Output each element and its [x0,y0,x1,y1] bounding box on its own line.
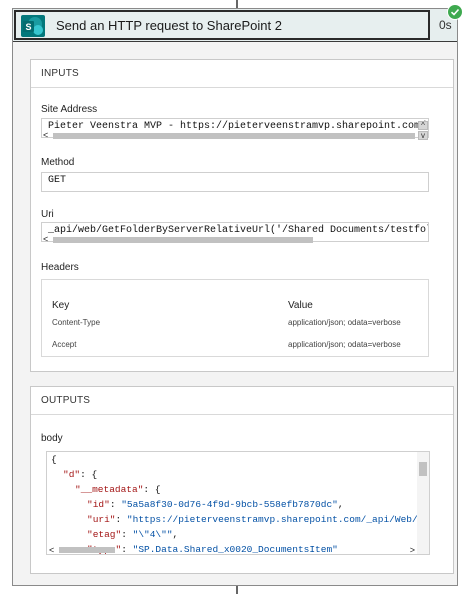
code-hscroll-thumb[interactable] [59,547,115,553]
body-label: body [41,433,63,444]
check-icon [447,4,463,20]
scrollbar-thumb[interactable] [53,133,415,139]
inputs-header: INPUTS [31,60,453,88]
site-address-scroll-up[interactable]: ^ [418,121,428,130]
scroll-right-icon[interactable]: > [410,545,415,554]
uri-hscrollbar[interactable]: < [41,234,429,245]
scroll-left-icon[interactable]: < [49,545,54,554]
site-address-scroll-down[interactable]: v [418,131,428,140]
body-code-viewer[interactable]: { "d": { "__metadata": { "id": "5a5a8f30-0d… [46,451,430,555]
header-row-key: Content-Type [52,318,101,327]
site-address-label: Site Address [41,104,98,115]
code-line: "type": "SP.Data.Shared_x0020_DocumentsI… [87,544,338,555]
header-row-value: application/json; odata=verbose [288,340,401,349]
scrollbar-thumb[interactable] [419,462,427,476]
scrollbar-thumb[interactable] [53,237,313,243]
scroll-left-icon[interactable]: < [43,130,48,140]
action-title: Send an HTTP request to SharePoint 2 [56,18,282,33]
scroll-left-icon[interactable]: < [43,234,48,244]
code-line: "uri": "https://pieterveenstramvp.sharep… [87,514,430,525]
connector-arrow-icon [226,0,244,6]
code-line: "__metadata": { [75,484,161,495]
code-line: { [51,454,57,465]
outputs-header: OUTPUTS [31,387,453,415]
code-line: "d": { [63,469,98,480]
headers-value-column: Value [288,300,313,311]
method-value: GET [48,175,67,186]
headers-table: Key Value Content-Type application/json;… [41,279,429,357]
sharepoint-icon: S [21,15,45,37]
headers-key-column: Key [52,300,70,311]
code-line: "etag": "\"4\"", [87,529,179,540]
method-label: Method [41,157,75,168]
code-line: "id": "5a5a8f30-0d76-4f9d-9bcb-558efb787… [87,499,344,510]
action-header[interactable]: S Send an HTTP request to SharePoint 2 0… [13,9,457,42]
headers-label: Headers [41,262,79,273]
header-row-key: Accept [52,340,77,349]
svg-text:S: S [25,22,31,32]
method-field[interactable]: GET [41,172,429,192]
action-title-bar[interactable]: S Send an HTTP request to SharePoint 2 [14,10,430,40]
flow-connector-bottom [236,586,238,594]
uri-label: Uri [41,209,54,220]
duration-label: 0s [439,18,452,32]
header-row-value: application/json; odata=verbose [288,318,401,327]
code-vscrollbar[interactable] [417,452,429,554]
site-address-hscrollbar[interactable]: < [41,130,417,141]
